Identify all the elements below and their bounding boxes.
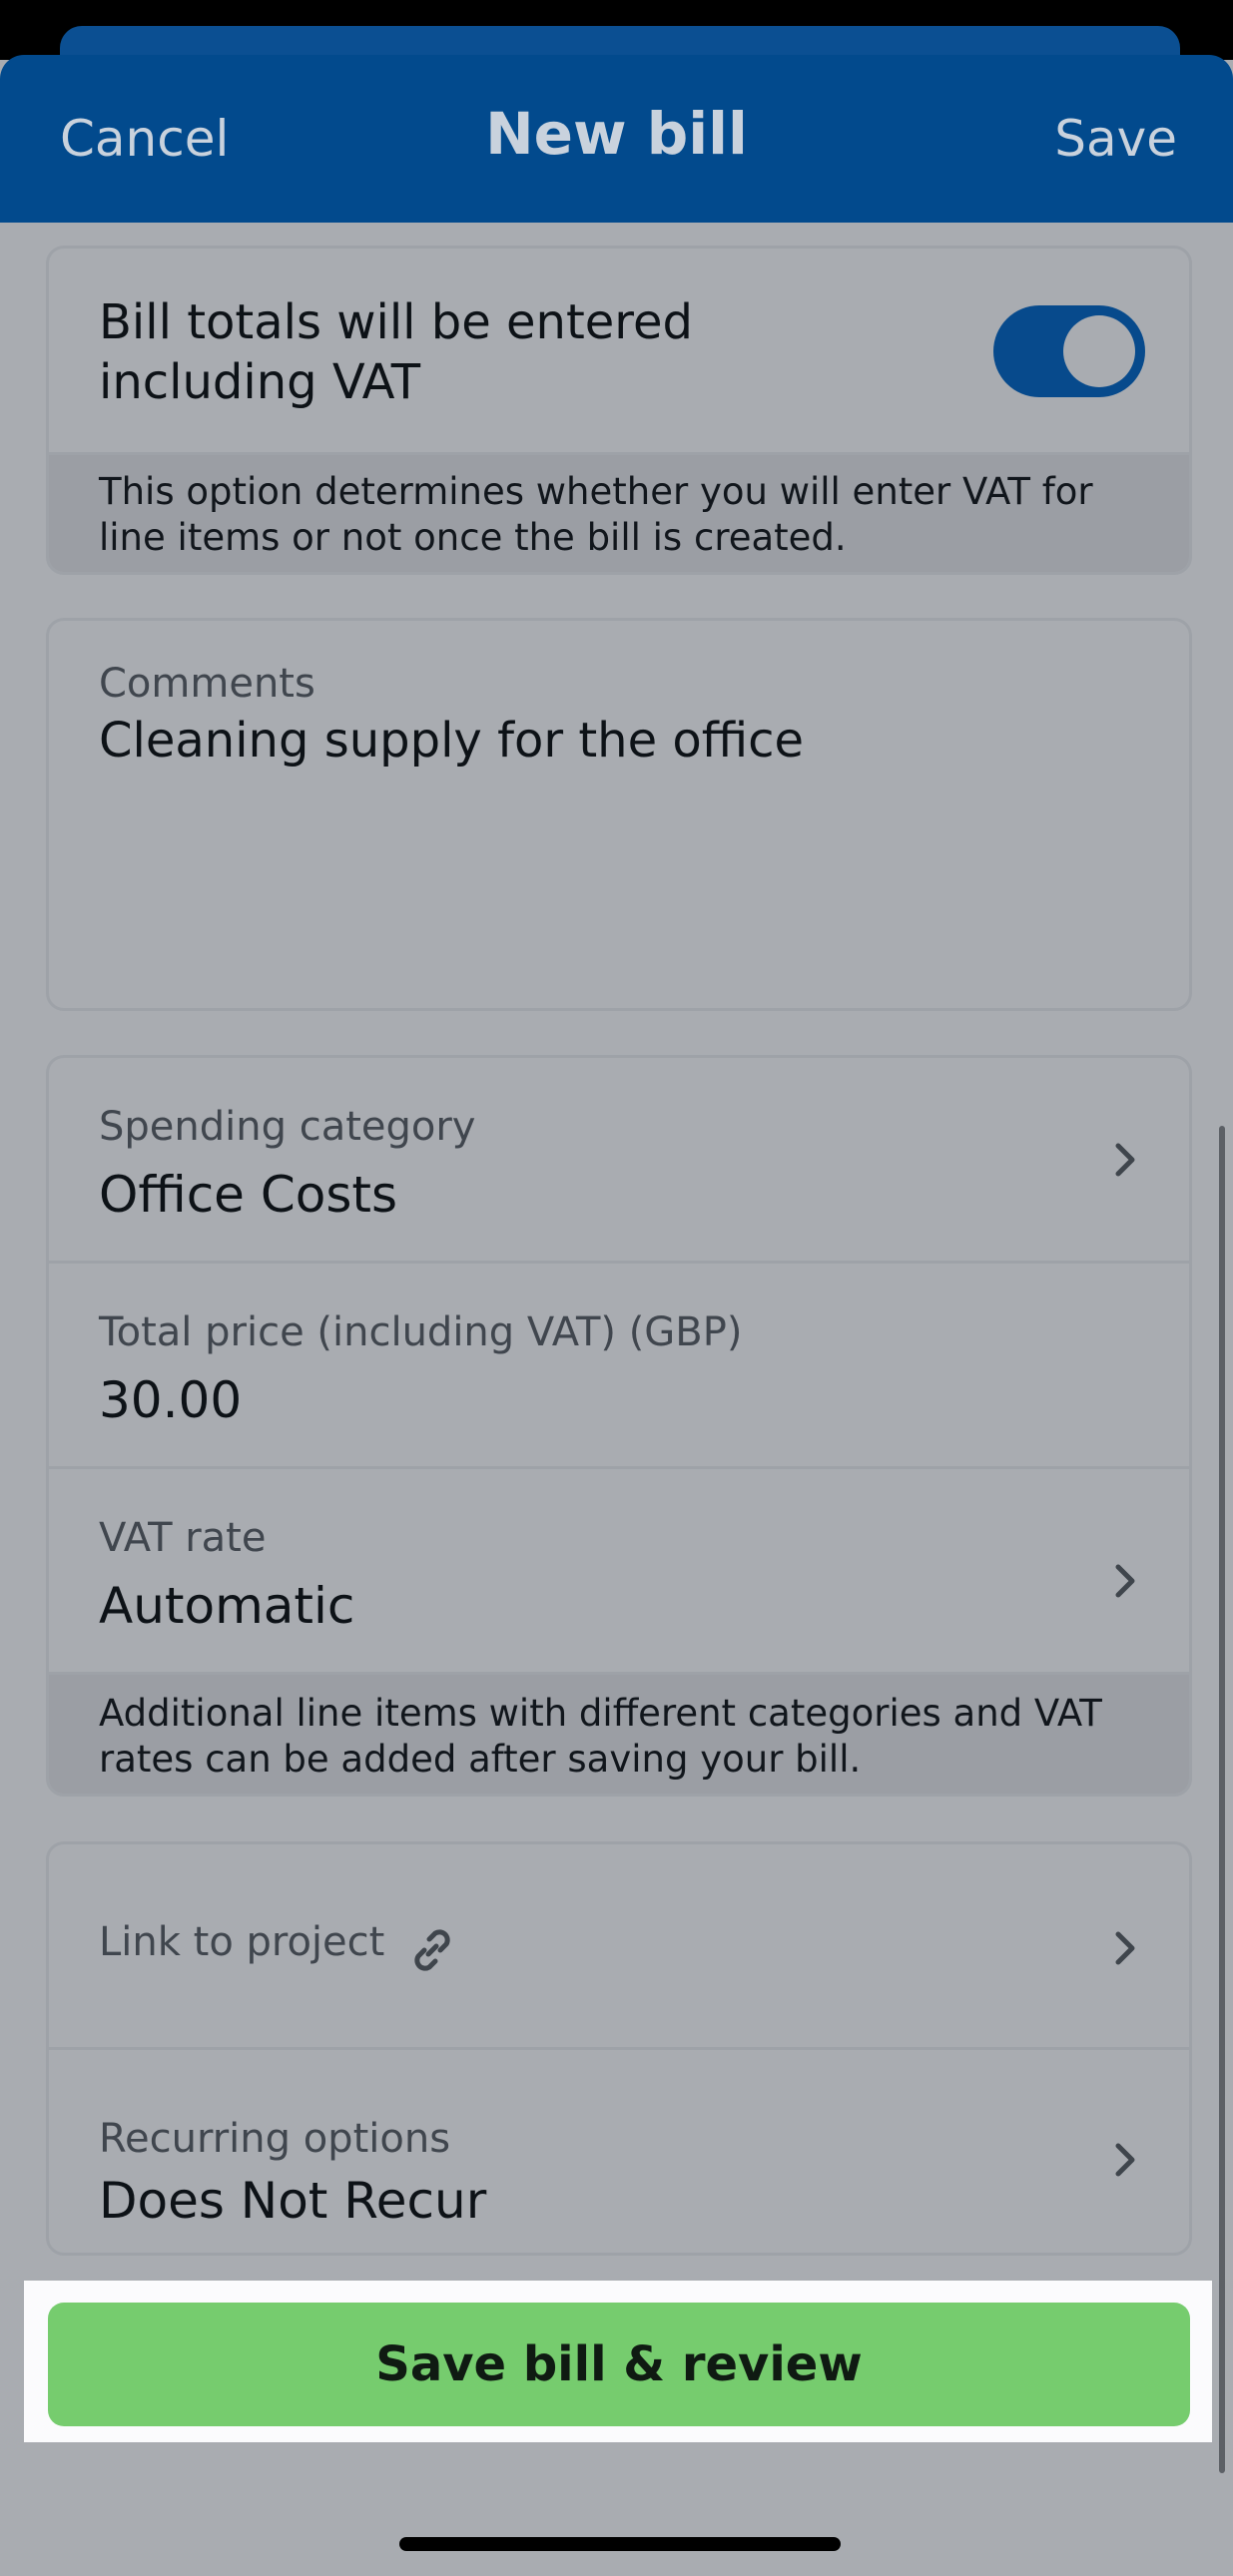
- options-card: Link to project Recurring options Does N…: [46, 1841, 1192, 2256]
- save-button[interactable]: Save: [1054, 110, 1177, 168]
- scrollbar[interactable]: [1219, 1126, 1225, 2473]
- nav-header: Cancel New bill Save: [0, 55, 1233, 223]
- comments-label: Comments: [99, 661, 315, 707]
- vat-rate-label: VAT rate: [99, 1515, 267, 1561]
- vat-toggle-label: Bill totals will be entered including VA…: [99, 294, 693, 410]
- vat-rate-value: Automatic: [99, 1577, 355, 1635]
- spending-category-row[interactable]: Spending category Office Costs: [49, 1058, 1189, 1264]
- save-bill-review-button[interactable]: Save bill & review: [48, 2303, 1190, 2426]
- chevron-right-icon: [1115, 1143, 1135, 1177]
- comments-field[interactable]: Cleaning supply for the office: [99, 713, 804, 769]
- line-items-note: Additional line items with different cat…: [49, 1675, 1189, 1794]
- toggle-knob: [1063, 315, 1135, 387]
- comments-card[interactable]: Comments Cleaning supply for the office: [46, 618, 1192, 1011]
- link-project-row[interactable]: Link to project: [49, 1844, 1189, 2050]
- link-icon: [414, 1929, 450, 1971]
- spending-category-label: Spending category: [99, 1104, 476, 1150]
- spending-category-value: Office Costs: [99, 1166, 398, 1224]
- vat-card: Bill totals will be entered including VA…: [46, 246, 1192, 575]
- total-price-label: Total price (including VAT) (GBP): [99, 1309, 743, 1355]
- total-price-input[interactable]: 30.00: [99, 1371, 242, 1429]
- page-title: New bill: [485, 100, 748, 168]
- details-card: Spending category Office Costs Total pri…: [46, 1055, 1192, 1797]
- recurring-options-label: Recurring options: [99, 2116, 451, 2162]
- cta-highlight: Save bill & review: [24, 2281, 1212, 2442]
- link-project-label: Link to project: [99, 1919, 385, 1965]
- vat-toggle-switch[interactable]: [993, 305, 1145, 397]
- recurring-options-value: Does Not Recur: [99, 2172, 487, 2230]
- vat-note: This option determines whether you will …: [49, 455, 1189, 572]
- home-indicator[interactable]: [399, 2537, 841, 2551]
- vat-toggle-row[interactable]: Bill totals will be entered including VA…: [49, 249, 1189, 455]
- chevron-right-icon: [1115, 2143, 1135, 2177]
- vat-rate-row[interactable]: VAT rate Automatic: [49, 1469, 1189, 1675]
- chevron-right-icon: [1115, 1931, 1135, 1965]
- recurring-options-row[interactable]: Recurring options Does Not Recur: [49, 2050, 1189, 2253]
- total-price-row[interactable]: Total price (including VAT) (GBP) 30.00: [49, 1264, 1189, 1469]
- chevron-right-icon: [1115, 1564, 1135, 1598]
